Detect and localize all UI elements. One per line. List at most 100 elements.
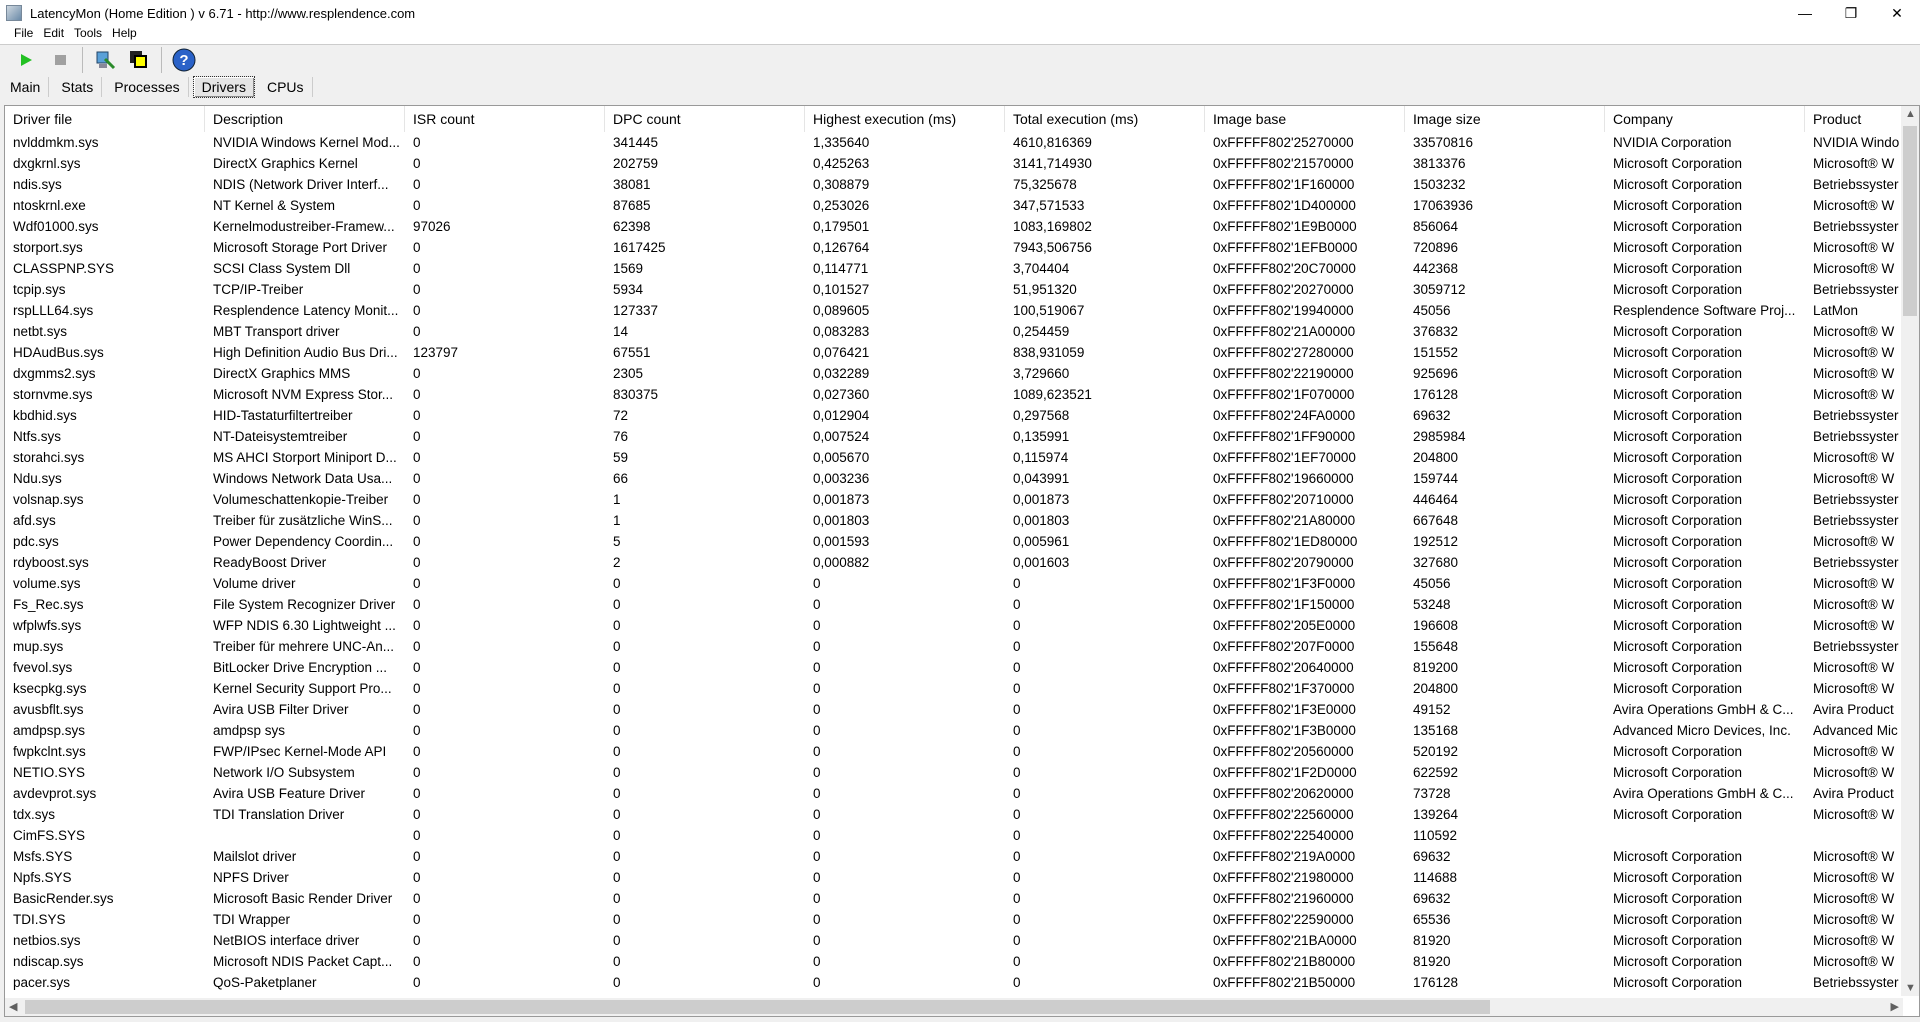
table-row[interactable]: netbt.sys MBT Transport driver 0 14 0,083283… [5,321,1919,342]
table-row[interactable]: tdx.sys TDI Translation Driver 0 0 0 0 0xFFFFF… [5,804,1919,825]
cell-dpc-count: 0 [613,828,621,843]
tab-processes[interactable]: Processes [106,77,189,97]
tab-drivers[interactable]: Drivers [192,76,255,98]
vertical-scrollbar[interactable]: ▲ ▼ [1901,106,1919,996]
table-row[interactable]: wfplwfs.sys WFP NDIS 6.30 Lightweight ...… [5,615,1919,636]
table-row[interactable]: Npfs.SYS NPFS Driver 0 0 0 0 0xFFFFF802'219800… [5,867,1919,888]
table-row[interactable]: storport.sys Microsoft Storage Port Drive… [5,237,1919,258]
table-row[interactable]: NETIO.SYS Network I/O Subsystem 0 0 0 0 0xFFFF… [5,762,1919,783]
table-row[interactable]: rdyboost.sys ReadyBoost Driver 0 2 0,000882 0… [5,552,1919,573]
column-header-image-size[interactable]: Image size [1405,106,1605,132]
column-header-image-base[interactable]: Image base [1205,106,1405,132]
table-row[interactable]: Msfs.SYS Mailslot driver 0 0 0 0 0xFFFFF802'21… [5,846,1919,867]
scroll-right-icon[interactable]: ▶ [1891,1000,1899,1013]
column-header-driver-file[interactable]: Driver file [5,106,205,132]
cell-image-size: 446464 [1413,492,1459,507]
table-row[interactable]: ksecpkg.sys Kernel Security Support Pro..… [5,678,1919,699]
table-row[interactable]: mup.sys Treiber für mehrere UNC-An... 0 0 0 0… [5,636,1919,657]
cell-image-size: 442368 [1413,261,1459,276]
menu-help[interactable]: Help [112,26,137,44]
table-row[interactable]: netbios.sys NetBIOS interface driver 0 0 0 0 0… [5,930,1919,951]
column-header-company[interactable]: Company [1605,106,1805,132]
windows-icon[interactable] [127,48,151,72]
table-row[interactable]: amdpsp.sys amdpsp sys 0 0 0 0 0xFFFFF802'1F3B0… [5,720,1919,741]
table-row[interactable]: CimFS.SYS 0 0 0 0 0xFFFFF802'22540000 110592 [5,825,1919,846]
table-row[interactable]: HDAudBus.sys High Definition Audio Bus Dr… [5,342,1919,363]
cell-driver-file: CLASSPNP.SYS [13,261,115,276]
menu-tools[interactable]: Tools [74,26,102,44]
cell-dpc-count: 127337 [613,303,659,318]
cell-driver-file: fvevol.sys [13,660,73,675]
table-row[interactable]: afd.sys Treiber für zusätzliche WinS... 0 1… [5,510,1919,531]
table-row[interactable]: Wdf01000.sys Kernelmodustreiber-Framew...… [5,216,1919,237]
menu-file[interactable]: File [14,26,33,44]
minimize-button[interactable]: — [1782,0,1828,26]
close-button[interactable]: ✕ [1874,0,1920,26]
table-row[interactable]: storahci.sys MS AHCI Storport Miniport D.… [5,447,1919,468]
horizontal-scroll-thumb[interactable] [25,1000,1490,1014]
table-row[interactable]: avdevprot.sys Avira USB Feature Driver 0 0 0… [5,783,1919,804]
table-row[interactable]: dxgkrnl.sys DirectX Graphics Kernel 0 20275… [5,153,1919,174]
table-row[interactable]: Ntfs.sys NT-Dateisystemtreiber 0 76 0,007524… [5,426,1919,447]
column-header-isr-count[interactable]: ISR count [405,106,605,132]
cell-description: HID-Tastaturfiltertreiber [213,408,353,423]
table-row[interactable]: avusbflt.sys Avira USB Filter Driver 0 0 0 0 0… [5,699,1919,720]
menu-edit[interactable]: Edit [43,26,64,44]
table-row[interactable]: TDI.SYS TDI Wrapper 0 0 0 0 0xFFFFF802'2259000… [5,909,1919,930]
table-row[interactable]: pdc.sys Power Dependency Coordin... 0 5 0,00… [5,531,1919,552]
table-row[interactable]: kbdhid.sys HID-Tastaturfiltertreiber 0 72 0,… [5,405,1919,426]
cell-company: Microsoft Corporation [1613,639,1743,654]
cell-isr-count: 0 [413,660,421,675]
tab-stats[interactable]: Stats [53,77,103,97]
column-header-dpc-count[interactable]: DPC count [605,106,805,132]
cell-total-execution-ms: 1083,169802 [1013,219,1092,234]
table-row[interactable]: tcpip.sys TCP/IP-Treiber 0 5934 0,101527 51,9… [5,279,1919,300]
tab-cpus[interactable]: CPUs [259,77,313,97]
table-row[interactable]: dxgmms2.sys DirectX Graphics MMS 0 2305 0,03… [5,363,1919,384]
cell-company: Microsoft Corporation [1613,198,1743,213]
cell-driver-file: Fs_Rec.sys [13,597,84,612]
vertical-scroll-thumb[interactable] [1903,126,1917,316]
stop-icon[interactable] [48,48,72,72]
column-header-highest-execution-ms[interactable]: Highest execution (ms) [805,106,1005,132]
analyze-icon[interactable] [93,48,117,72]
scroll-left-icon[interactable]: ◀ [9,1000,17,1013]
scroll-up-icon[interactable]: ▲ [1905,108,1916,120]
cell-total-execution-ms: 1089,623521 [1013,387,1092,402]
scroll-down-icon[interactable]: ▼ [1905,982,1916,994]
table-row[interactable]: pacer.sys QoS-Paketplaner 0 0 0 0 0xFFFFF802'2… [5,972,1919,993]
cell-driver-file: Wdf01000.sys [13,219,99,234]
cell-image-size: 819200 [1413,660,1459,675]
table-row[interactable]: volsnap.sys Volumeschattenkopie-Treiber 0 1… [5,489,1919,510]
cell-company: Microsoft Corporation [1613,555,1743,570]
cell-description: Microsoft Storage Port Driver [213,240,388,255]
column-header-total-execution-ms[interactable]: Total execution (ms) [1005,106,1205,132]
tab-bar: Main Stats Processes Drivers CPUs [0,74,315,100]
table-row[interactable]: Ndu.sys Windows Network Data Usa... 0 66 0,0… [5,468,1919,489]
play-icon[interactable] [14,48,38,72]
table-row[interactable]: CLASSPNP.SYS SCSI Class System Dll 0 1569 0,… [5,258,1919,279]
table-row[interactable]: fwpkclnt.sys FWP/IPsec Kernel-Mode API 0 0 0… [5,741,1919,762]
column-header-description[interactable]: Description [205,106,405,132]
table-row[interactable]: nvlddmkm.sys NVIDIA Windows Kernel Mod...… [5,132,1919,153]
maximize-button[interactable]: ❐ [1828,0,1874,26]
table-row[interactable]: ndis.sys NDIS (Network Driver Interf... 0 3… [5,174,1919,195]
cell-dpc-count: 59 [613,450,629,465]
cell-company: Avira Operations GmbH & C... [1613,786,1794,801]
table-row[interactable]: volume.sys Volume driver 0 0 0 0 0xFFFFF802'1F… [5,573,1919,594]
help-icon[interactable]: ? [172,48,196,72]
table-row[interactable]: BasicRender.sys Microsoft Basic Render Dr… [5,888,1919,909]
tab-main[interactable]: Main [2,77,50,97]
table-row[interactable]: ndiscap.sys Microsoft NDIS Packet Capt...… [5,951,1919,972]
table-row[interactable]: rspLLL64.sys Resplendence Latency Monit..… [5,300,1919,321]
cell-image-size: 3059712 [1413,282,1466,297]
table-row[interactable]: fvevol.sys BitLocker Drive Encryption ...… [5,657,1919,678]
horizontal-scrollbar[interactable]: ◀ ▶ [5,998,1903,1016]
table-row[interactable]: stornvme.sys Microsoft NVM Express Stor..… [5,384,1919,405]
cell-description: Avira USB Filter Driver [213,702,349,717]
cell-isr-count: 0 [413,555,421,570]
table-row[interactable]: ntoskrnl.exe NT Kernel & System 0 87685 0,25… [5,195,1919,216]
cell-highest-execution-ms: 0 [813,933,821,948]
cell-total-execution-ms: 0 [1013,786,1021,801]
table-row[interactable]: Fs_Rec.sys File System Recognizer Driver 0… [5,594,1919,615]
